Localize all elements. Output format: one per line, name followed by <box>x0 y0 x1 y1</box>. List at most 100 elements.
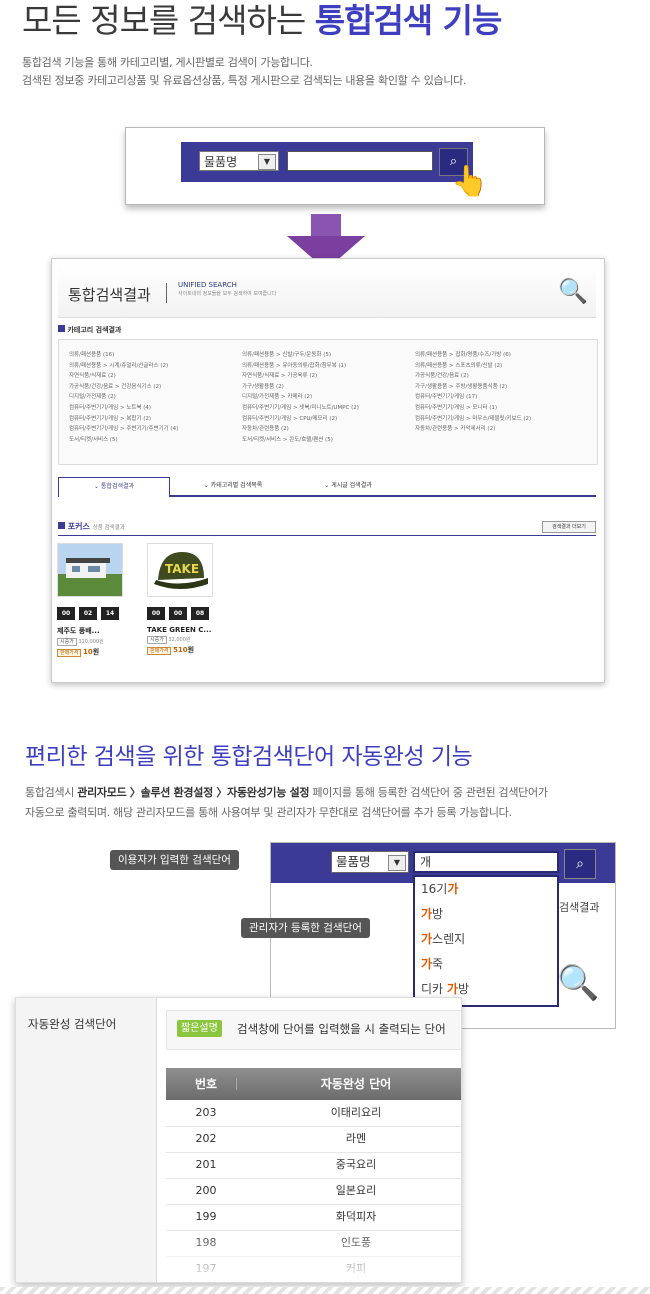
category-link[interactable]: 자동차/관련용품 (2) <box>242 424 359 435</box>
category-link[interactable]: 컴퓨터/주변기기/게임 > 노트북 (4) <box>69 403 178 414</box>
table-row[interactable]: 199 화덕피자 <box>166 1204 461 1231</box>
search-select[interactable]: 물품명 ▼ <box>331 851 409 873</box>
search-button[interactable]: ⌕ <box>564 849 596 879</box>
category-link[interactable]: 컴퓨터/주변기기/게임 > 주변기기/주변기기 (4) <box>69 424 178 435</box>
tab-unified-results[interactable]: ⌄ 통합검색결과 <box>58 477 170 497</box>
tag-market-price: 시중가 <box>57 638 77 646</box>
results-header: 통합검색결과 UNIFIED SEARCH 사이트내의 정보들을 모두 검색하여… <box>58 265 596 318</box>
category-link[interactable]: 컴퓨터/주변기기/게임 > CPU/메모리 (2) <box>242 414 359 425</box>
admin-field-label: 자동완성 검색단어 <box>28 1017 117 1031</box>
house-photo <box>58 544 122 596</box>
original-price-row: 시중가 32,000원 <box>147 636 217 644</box>
category-link[interactable]: 의류/패션용품 > 시계/쥬얼리/선글라스 (2) <box>69 361 178 372</box>
desc-text: 페이지를 통해 등록한 검색단어 중 관련된 검색단어가 <box>309 786 548 799</box>
category-column-3: 의류/패션용품 > 잡화/명품/수즈/가방 (6) 의류/패션용품 > 스포츠의류… <box>415 350 531 435</box>
row-number: 201 <box>195 1158 217 1171</box>
category-link[interactable]: 자연식품/식재료 > 가공육류 (2) <box>242 371 359 382</box>
category-link[interactable]: 도서/티켓/서비스 (5) <box>69 435 178 446</box>
focus-title: 포커스 <box>67 522 90 531</box>
autocomplete-item[interactable]: 가스렌지 <box>415 927 557 952</box>
category-link[interactable]: 디지털/가전제품 (2) <box>69 392 178 403</box>
note-tag: 짧은설명 <box>177 1020 222 1037</box>
category-link[interactable]: 컴퓨터/주변기기/게임 > 넷북/미니노트/UMPC (2) <box>242 403 359 414</box>
sale-price-row: 판매가격 510원 <box>147 645 217 655</box>
timer-hours: 00 <box>57 607 75 620</box>
tab-post-results[interactable]: ⌄ 게시글 검색결과 <box>293 477 403 495</box>
search-select[interactable]: 물품명 ▼ <box>199 151 279 171</box>
price-unit: 원 <box>187 646 195 654</box>
table-row[interactable]: 203 이태리요리 <box>166 1100 461 1127</box>
category-link[interactable]: 의류/패션용품 > 유아동의류/잡화/침무복 (1) <box>242 361 359 372</box>
sale-price: 10 <box>83 648 93 656</box>
description-line-2: 검색된 정보중 카테고리상품 및 유료옵션상품, 특정 게시판으로 검색되는 내… <box>22 74 467 87</box>
item-text: 디카 <box>421 982 447 996</box>
category-link[interactable]: 가공식품/건강/음료 > 건강음식기스 (2) <box>69 382 178 393</box>
admin-note: 짧은설명 검색창에 단어를 입력했을 시 출력되는 단어 <box>166 1010 461 1050</box>
category-section-label: 카테고리 검색결과 <box>67 326 122 334</box>
tab-label: 카테고리별 검색목록 <box>210 482 263 489</box>
category-link[interactable]: 자연식품/식재료 (2) <box>69 371 178 382</box>
category-link[interactable]: 컴퓨터/주변기기/게임 > 모니터 (1) <box>415 403 531 414</box>
autocomplete-item[interactable]: 가죽 <box>415 952 557 977</box>
fade-overlay <box>166 1228 461 1282</box>
section-bullet-icon <box>58 325 65 332</box>
title-plain: 모든 정보를 검색하는 <box>22 1 315 40</box>
search-results-panel: 통합검색결과 UNIFIED SEARCH 사이트내의 정보들을 모두 검색하여… <box>51 258 605 683</box>
product-name[interactable]: TAKE GREEN C... <box>147 626 217 634</box>
original-price: 320,000원 <box>78 639 104 645</box>
item-text: 방 <box>432 907 444 921</box>
desc-text: 통합검색시 <box>25 786 78 799</box>
tag-market-price: 시중가 <box>147 636 167 644</box>
product-name[interactable]: 제주도 풍배... <box>57 626 127 636</box>
chevron-down-icon[interactable]: ▼ <box>258 154 276 170</box>
product-card[interactable]: 00 02 14 제주도 풍배... 시중가 320,000원 판매가격 10원 <box>57 543 127 657</box>
category-link[interactable]: 컴퓨터/주변기기/게임 > 복합기 (2) <box>69 414 178 425</box>
more-results-button[interactable]: 검색결과 더보기 <box>542 521 596 533</box>
item-highlight: 가 <box>446 982 458 996</box>
table-row[interactable]: 202 라멘 <box>166 1126 461 1153</box>
category-link[interactable]: 자동차/관련용품 > 카악세서리 (2) <box>415 424 531 435</box>
category-link[interactable]: 컴퓨터/주변기기/게임 (17) <box>415 392 531 403</box>
section2-desc-line-2: 자동으로 출력되며. 해당 관리자모드를 통해 사용여부 및 관리자가 무한대로… <box>25 806 512 819</box>
countdown-timer: 00 02 14 <box>57 607 127 620</box>
divider <box>166 283 167 303</box>
row-word: 중국요리 <box>335 1158 377 1171</box>
category-link[interactable]: 의류/패션용품 (16) <box>69 350 178 361</box>
desc-path: 관리자모드 〉솔루션 환경설정 〉자동완성기능 설정 <box>77 786 310 799</box>
tab-category-list[interactable]: ⌄ 카테고리별 검색목록 <box>178 477 288 495</box>
category-link[interactable]: 가구/생활용품 > 주방/생활용품식품 (2) <box>415 382 531 393</box>
category-link[interactable]: 가공식품/건강/음료 (2) <box>415 371 531 382</box>
item-highlight: 가 <box>421 957 433 971</box>
category-link[interactable]: 의류/패션용품 > 잡화/명품/수즈/가방 (6) <box>415 350 531 361</box>
section2-title: 편리한 검색을 위한 통합검색단어 자동완성 기능 <box>25 744 473 770</box>
table-row[interactable]: 201 중국요리 <box>166 1152 461 1179</box>
autocomplete-item[interactable]: 16기가 <box>415 877 557 902</box>
category-link[interactable]: 디지털/가전제품 > 카메라 (2) <box>242 392 359 403</box>
timer-seconds: 14 <box>101 607 119 620</box>
category-link[interactable]: 도서/티켓/서비스 > 콘도/호텔/펜션 (5) <box>242 435 359 446</box>
row-number: 203 <box>195 1106 217 1119</box>
product-image[interactable] <box>57 543 123 597</box>
product-card[interactable]: TAKE 00 00 08 TAKE GREEN C... 시중가 32,000원 … <box>147 543 217 655</box>
countdown-timer: 00 00 08 <box>147 607 217 620</box>
category-link[interactable]: 의류/패션용품 > 스포츠의류/신발 (2) <box>415 361 531 372</box>
item-text: 16기 <box>421 882 448 896</box>
col-number: 번호 <box>194 1077 218 1091</box>
chevron-down-icon[interactable]: ▼ <box>388 855 406 871</box>
divider <box>58 535 596 536</box>
table-row[interactable]: 200 일본요리 <box>166 1178 461 1205</box>
autocomplete-item[interactable]: 가방 <box>415 902 557 927</box>
category-link[interactable]: 의류/패션용품 > 신발/구두/운동화 (5) <box>242 350 359 361</box>
results-title-en: UNIFIED SEARCH <box>178 281 237 289</box>
page-title: 모든 정보를 검색하는 통합검색 기능 <box>22 0 502 42</box>
search-input[interactable] <box>287 151 433 171</box>
category-link[interactable]: 가구/생활용품 (2) <box>242 382 359 393</box>
item-highlight: 가 <box>447 882 459 896</box>
search-input[interactable]: 개 <box>413 851 559 873</box>
category-column-1: 의류/패션용품 (16) 의류/패션용품 > 시계/쥬얼리/선글라스 (2) 자연식… <box>69 350 178 445</box>
product-image[interactable]: TAKE <box>147 543 213 597</box>
admin-label-column <box>16 998 157 1282</box>
tag-sale-price: 판매가격 <box>147 647 172 655</box>
row-number: 199 <box>195 1210 217 1223</box>
category-link[interactable]: 컴퓨터/주변기기/게임 > 마우스/태블릿/키보드 (2) <box>415 414 531 425</box>
